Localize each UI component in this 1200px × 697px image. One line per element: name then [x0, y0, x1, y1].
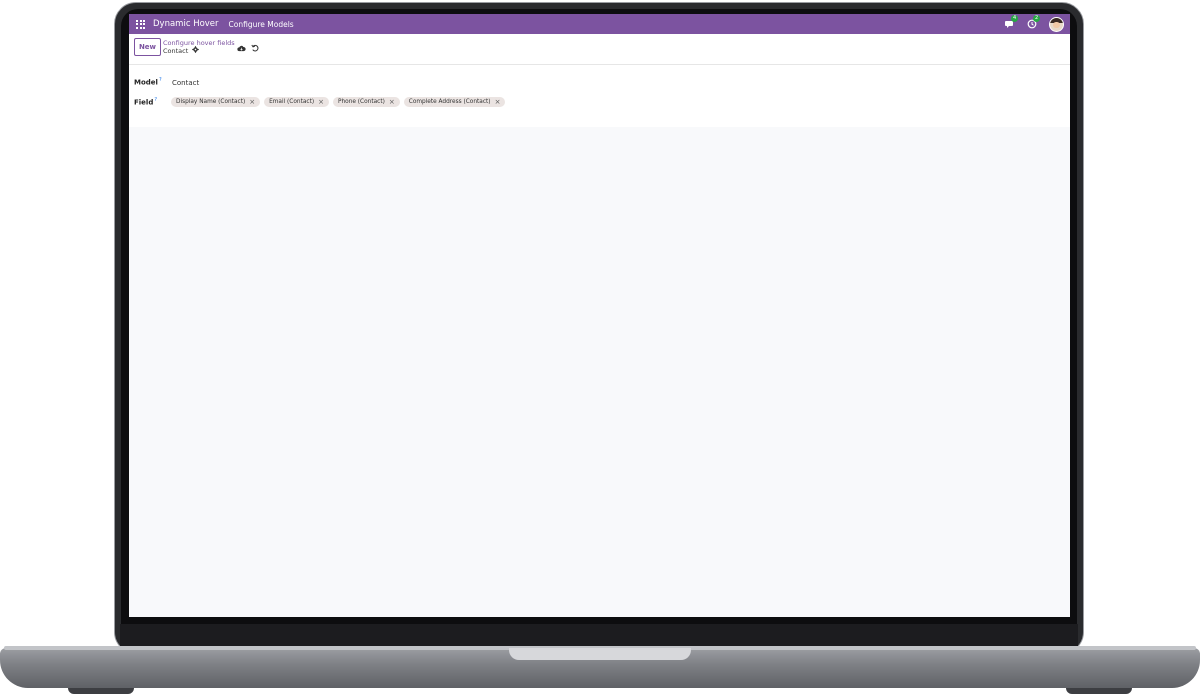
field-tags[interactable]: Display Name (Contact) × Email (Contact)…: [171, 97, 509, 107]
app-screen: Dynamic Hover Configure Models 4 2 New C…: [129, 14, 1070, 617]
model-field-value[interactable]: Contact: [172, 79, 199, 87]
chat-badge: 4: [1011, 15, 1019, 22]
apps-grid-icon[interactable]: [136, 19, 145, 29]
tag-remove-icon[interactable]: ×: [249, 99, 255, 106]
top-navbar: Dynamic Hover Configure Models 4 2: [129, 14, 1070, 34]
menu-configure-models[interactable]: Configure Models: [229, 20, 294, 29]
model-label: Model?: [134, 77, 162, 87]
laptop-notch: [509, 648, 691, 660]
tag-email: Email (Contact) ×: [264, 97, 329, 107]
laptop-foot-left: [68, 688, 134, 694]
gear-icon[interactable]: [192, 46, 199, 55]
new-button[interactable]: New: [134, 38, 161, 56]
chat-icon[interactable]: 4: [1005, 15, 1019, 29]
tag-remove-icon[interactable]: ×: [318, 99, 324, 106]
form-sheet: Model? Contact Field? Display Name (Cont…: [129, 65, 1070, 127]
discard-undo-icon[interactable]: [251, 44, 259, 54]
cloud-save-icon[interactable]: [237, 45, 246, 54]
tag-display-name: Display Name (Contact) ×: [171, 97, 261, 107]
laptop-foot-right: [1066, 688, 1132, 694]
user-avatar[interactable]: [1049, 16, 1064, 32]
control-panel: New Configure hover fields Contact: [129, 34, 1070, 65]
app-name[interactable]: Dynamic Hover: [153, 19, 219, 29]
navbar-systray: 4 2: [1005, 15, 1064, 32]
field-help-icon[interactable]: ?: [154, 97, 157, 103]
tag-remove-icon[interactable]: ×: [389, 99, 395, 106]
breadcrumb-record-name: Contact: [163, 47, 189, 55]
field-label: Field?: [134, 97, 157, 107]
tag-complete-address: Complete Address (Contact) ×: [403, 97, 506, 107]
laptop-chin: [120, 624, 1078, 648]
tag-phone: Phone (Contact) ×: [333, 97, 400, 107]
tag-remove-icon[interactable]: ×: [495, 99, 501, 106]
clock-icon[interactable]: 2: [1027, 15, 1041, 29]
activity-badge: 2: [1033, 15, 1041, 22]
model-help-icon[interactable]: ?: [159, 77, 162, 83]
